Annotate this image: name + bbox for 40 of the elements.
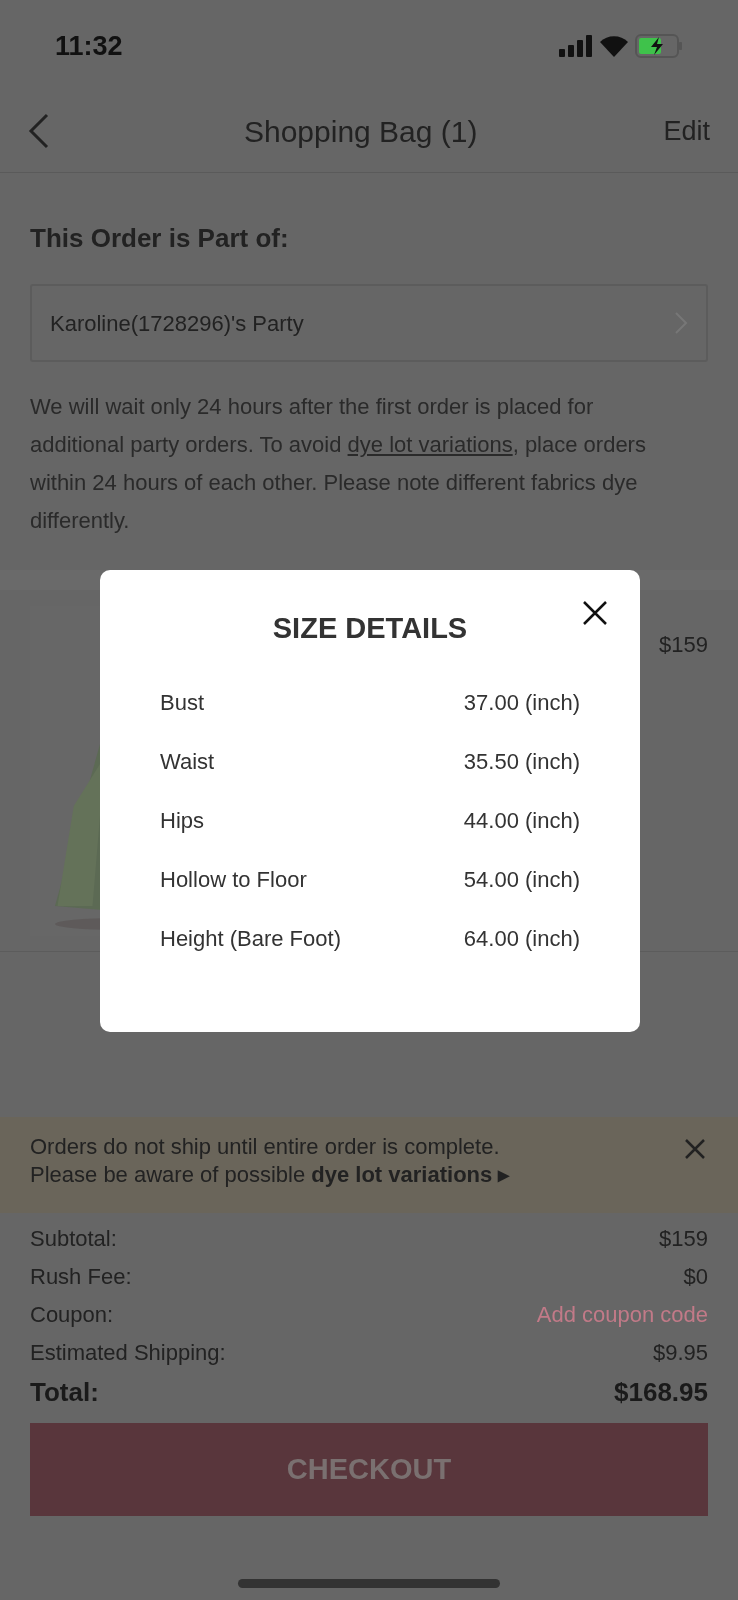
size-label: Waist: [160, 748, 215, 776]
summary-label: Estimated Shipping:: [30, 1338, 226, 1367]
item-price: $159: [659, 631, 708, 659]
add-coupon-link[interactable]: Add coupon code: [536, 1297, 708, 1331]
page-title: Shopping Bag (1): [244, 113, 478, 150]
size-value: 64.00 (inch): [463, 925, 580, 953]
size-label: Hips: [160, 807, 204, 835]
size-label: Height (Bare Foot): [160, 925, 341, 953]
party-selector[interactable]: Karoline(1728296)'s Party: [30, 284, 708, 362]
dye-lot-link[interactable]: dye lot variations: [347, 432, 513, 457]
size-value: 54.00 (inch): [463, 866, 580, 894]
total-label: Total:: [30, 1375, 99, 1409]
dialog-title: SIZE DETAILS: [271, 611, 469, 646]
summary-value: $0: [683, 1262, 708, 1291]
close-icon: [582, 600, 608, 626]
checkout-button[interactable]: CHECKOUT: [30, 1423, 708, 1516]
edit-button[interactable]: Edit: [663, 110, 710, 152]
size-value: 44.00 (inch): [463, 807, 580, 835]
summary-label: Rush Fee:: [30, 1262, 132, 1291]
battery-icon: [635, 34, 683, 58]
size-value: 35.50 (inch): [463, 748, 580, 776]
summary-label: Subtotal:: [30, 1224, 117, 1253]
back-icon: [28, 113, 50, 149]
total-value: $168.95: [614, 1375, 708, 1409]
banner-text: Orders do not ship until entire order is complete.: [30, 1133, 501, 1161]
signal-icon: [559, 35, 593, 57]
size-label: Hollow to Floor: [160, 866, 307, 894]
party-notice: We will wait only 24 hours after the first order is placed for additional party orders. To avoid dye lot variations, place orders within 24 hours of each other. Please note different fabrics dye differently.: [30, 393, 647, 535]
dye-lot-link[interactable]: dye lot variations ▸: [311, 1162, 510, 1187]
banner-text: Please be aware of possible dye lot variations ▸: [30, 1161, 510, 1189]
status-time: 11:32: [55, 29, 123, 63]
summary-value: $159: [659, 1224, 708, 1253]
size-value: 37.00 (inch): [463, 689, 580, 717]
close-button[interactable]: [582, 600, 608, 626]
size-label: Bust: [160, 689, 205, 717]
wifi-icon: [600, 35, 628, 57]
summary-label: Coupon:: [30, 1300, 114, 1329]
summary-value: $9.95: [652, 1338, 708, 1367]
section-heading: This Order is Part of:: [30, 222, 290, 255]
close-icon: [684, 1138, 706, 1160]
